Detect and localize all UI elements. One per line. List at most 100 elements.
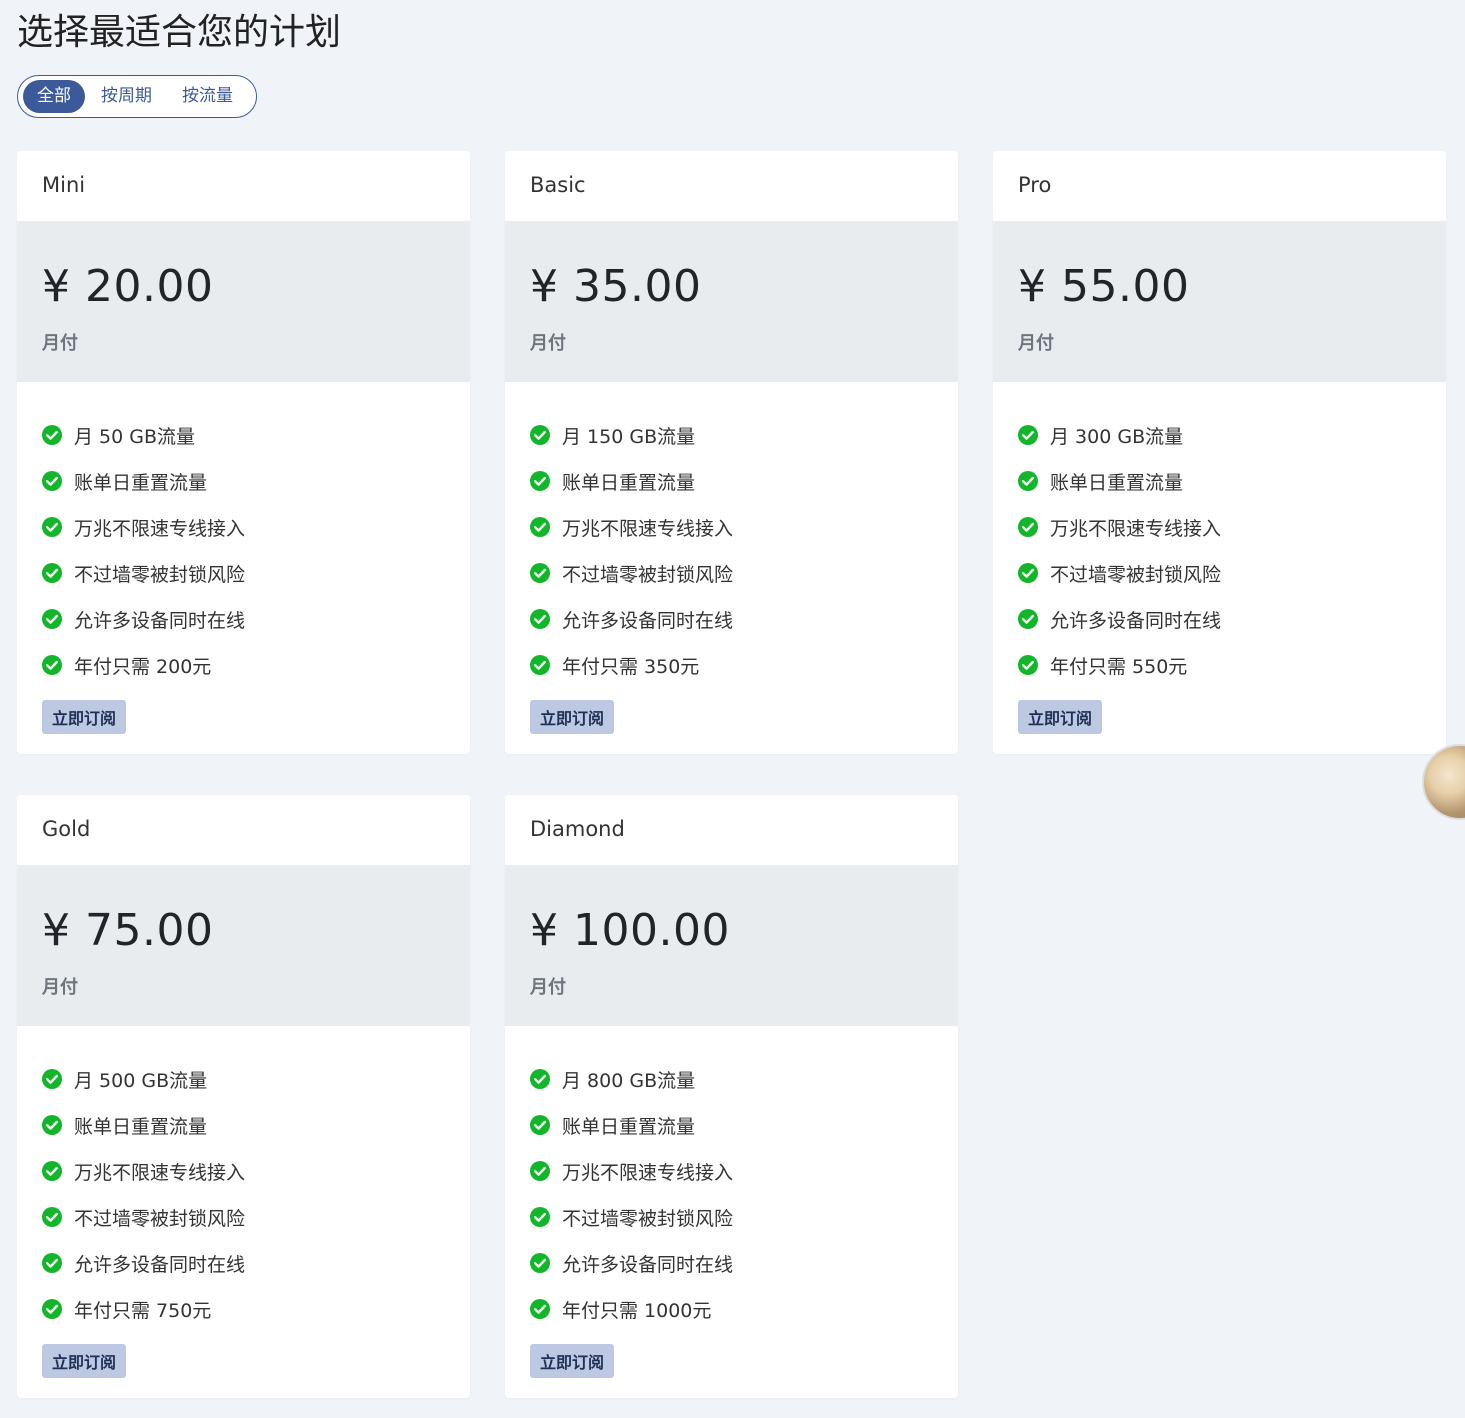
plan-card-diamond: Diamond ¥ 100.00 月付 月 800 GB流量 账单日重置流量 万…: [505, 795, 958, 1398]
check-circle-icon: [530, 609, 550, 629]
plan-price: ¥ 100.00: [530, 905, 730, 956]
feature-text: 不过墙零被封锁风险: [1050, 563, 1222, 586]
feature-item: 允许多设备同时在线: [530, 1240, 933, 1286]
check-circle-icon: [530, 1161, 550, 1181]
feature-text: 账单日重置流量: [562, 471, 696, 494]
check-circle-icon: [42, 471, 62, 491]
check-circle-icon: [530, 1069, 550, 1089]
check-circle-icon: [1018, 563, 1038, 583]
plan-period: 月付: [42, 977, 78, 998]
feature-item: 万兆不限速专线接入: [530, 1148, 933, 1194]
plan-card-pro: Pro ¥ 55.00 月付 月 300 GB流量 账单日重置流量 万兆不限速专…: [993, 151, 1446, 754]
feature-text: 月 800 GB流量: [562, 1069, 696, 1092]
feature-item: 允许多设备同时在线: [530, 596, 933, 642]
feature-text: 允许多设备同时在线: [562, 609, 734, 632]
feature-list: 月 150 GB流量 账单日重置流量 万兆不限速专线接入 不过墙零被封锁风险 允…: [505, 382, 958, 688]
feature-text: 年付只需 350元: [562, 655, 700, 678]
price-block: ¥ 20.00 月付: [17, 221, 470, 382]
check-circle-icon: [42, 1299, 62, 1319]
plan-name: Basic: [530, 173, 586, 197]
check-circle-icon: [42, 1115, 62, 1135]
feature-list: 月 800 GB流量 账单日重置流量 万兆不限速专线接入 不过墙零被封锁风险 允…: [505, 1026, 958, 1332]
plan-price: ¥ 55.00: [1018, 261, 1190, 312]
feature-item: 年付只需 550元: [1018, 642, 1421, 688]
feature-item: 年付只需 350元: [530, 642, 933, 688]
feature-item: 月 300 GB流量: [1018, 412, 1421, 458]
feature-item: 允许多设备同时在线: [1018, 596, 1421, 642]
feature-item: 不过墙零被封锁风险: [530, 550, 933, 596]
feature-item: 不过墙零被封锁风险: [42, 1194, 445, 1240]
check-circle-icon: [530, 425, 550, 445]
check-circle-icon: [42, 1069, 62, 1089]
price-block: ¥ 35.00 月付: [505, 221, 958, 382]
check-circle-icon: [1018, 609, 1038, 629]
feature-text: 不过墙零被封锁风险: [74, 563, 246, 586]
feature-item: 万兆不限速专线接入: [42, 1148, 445, 1194]
feature-item: 账单日重置流量: [530, 458, 933, 504]
feature-text: 万兆不限速专线接入: [74, 1161, 246, 1184]
check-circle-icon: [42, 655, 62, 675]
check-circle-icon: [530, 1207, 550, 1227]
feature-item: 万兆不限速专线接入: [1018, 504, 1421, 550]
check-circle-icon: [1018, 471, 1038, 491]
plan-period: 月付: [42, 333, 78, 354]
feature-text: 允许多设备同时在线: [562, 1253, 734, 1276]
plan-name: Gold: [42, 817, 91, 841]
check-circle-icon: [530, 1299, 550, 1319]
tab-all[interactable]: 全部: [23, 80, 85, 113]
check-circle-icon: [42, 425, 62, 445]
feature-item: 月 50 GB流量: [42, 412, 445, 458]
plan-period: 月付: [1018, 333, 1054, 354]
feature-item: 账单日重置流量: [42, 458, 445, 504]
plan-period: 月付: [530, 977, 566, 998]
check-circle-icon: [42, 1207, 62, 1227]
feature-item: 账单日重置流量: [42, 1102, 445, 1148]
plan-card-basic: Basic ¥ 35.00 月付 月 150 GB流量 账单日重置流量 万兆不限…: [505, 151, 958, 754]
feature-text: 万兆不限速专线接入: [562, 517, 734, 540]
feature-item: 不过墙零被封锁风险: [1018, 550, 1421, 596]
check-circle-icon: [1018, 425, 1038, 445]
feature-text: 万兆不限速专线接入: [74, 517, 246, 540]
subscribe-button[interactable]: 立即订阅: [530, 700, 615, 734]
feature-item: 不过墙零被封锁风险: [42, 550, 445, 596]
feature-text: 月 300 GB流量: [1050, 425, 1184, 448]
check-circle-icon: [42, 517, 62, 537]
check-circle-icon: [1018, 655, 1038, 675]
feature-item: 万兆不限速专线接入: [530, 504, 933, 550]
subscribe-button[interactable]: 立即订阅: [530, 1344, 615, 1378]
plan-price: ¥ 75.00: [42, 905, 214, 956]
feature-item: 月 150 GB流量: [530, 412, 933, 458]
feature-item: 不过墙零被封锁风险: [530, 1194, 933, 1240]
feature-item: 账单日重置流量: [1018, 458, 1421, 504]
plan-name: Pro: [1018, 173, 1052, 197]
feature-item: 允许多设备同时在线: [42, 596, 445, 642]
check-circle-icon: [530, 1115, 550, 1135]
subscribe-button[interactable]: 立即订阅: [42, 700, 127, 734]
subscribe-button[interactable]: 立即订阅: [1018, 700, 1103, 734]
tab-by-traffic[interactable]: 按流量: [168, 80, 247, 113]
check-circle-icon: [1018, 517, 1038, 537]
check-circle-icon: [42, 609, 62, 629]
check-circle-icon: [530, 471, 550, 491]
feature-text: 万兆不限速专线接入: [1050, 517, 1222, 540]
feature-list: 月 500 GB流量 账单日重置流量 万兆不限速专线接入 不过墙零被封锁风险 允…: [17, 1026, 470, 1332]
feature-item: 月 800 GB流量: [530, 1056, 933, 1102]
plan-name: Diamond: [530, 817, 625, 841]
tab-by-period[interactable]: 按周期: [87, 80, 166, 113]
feature-item: 允许多设备同时在线: [42, 1240, 445, 1286]
feature-text: 月 150 GB流量: [562, 425, 696, 448]
plan-card-mini: Mini ¥ 20.00 月付 月 50 GB流量 账单日重置流量 万兆不限速专…: [17, 151, 470, 754]
price-block: ¥ 75.00 月付: [17, 865, 470, 1026]
feature-list: 月 50 GB流量 账单日重置流量 万兆不限速专线接入 不过墙零被封锁风险 允许…: [17, 382, 470, 688]
check-circle-icon: [42, 1253, 62, 1273]
floating-chat-avatar[interactable]: [1422, 744, 1465, 820]
subscribe-button[interactable]: 立即订阅: [42, 1344, 127, 1378]
feature-text: 账单日重置流量: [1050, 471, 1184, 494]
price-block: ¥ 100.00 月付: [505, 865, 958, 1026]
feature-text: 账单日重置流量: [74, 1115, 208, 1138]
feature-list: 月 300 GB流量 账单日重置流量 万兆不限速专线接入 不过墙零被封锁风险 允…: [993, 382, 1446, 688]
page-title: 选择最适合您的计划: [17, 12, 342, 53]
feature-item: 年付只需 200元: [42, 642, 445, 688]
feature-text: 不过墙零被封锁风险: [562, 563, 734, 586]
feature-item: 年付只需 750元: [42, 1286, 445, 1332]
